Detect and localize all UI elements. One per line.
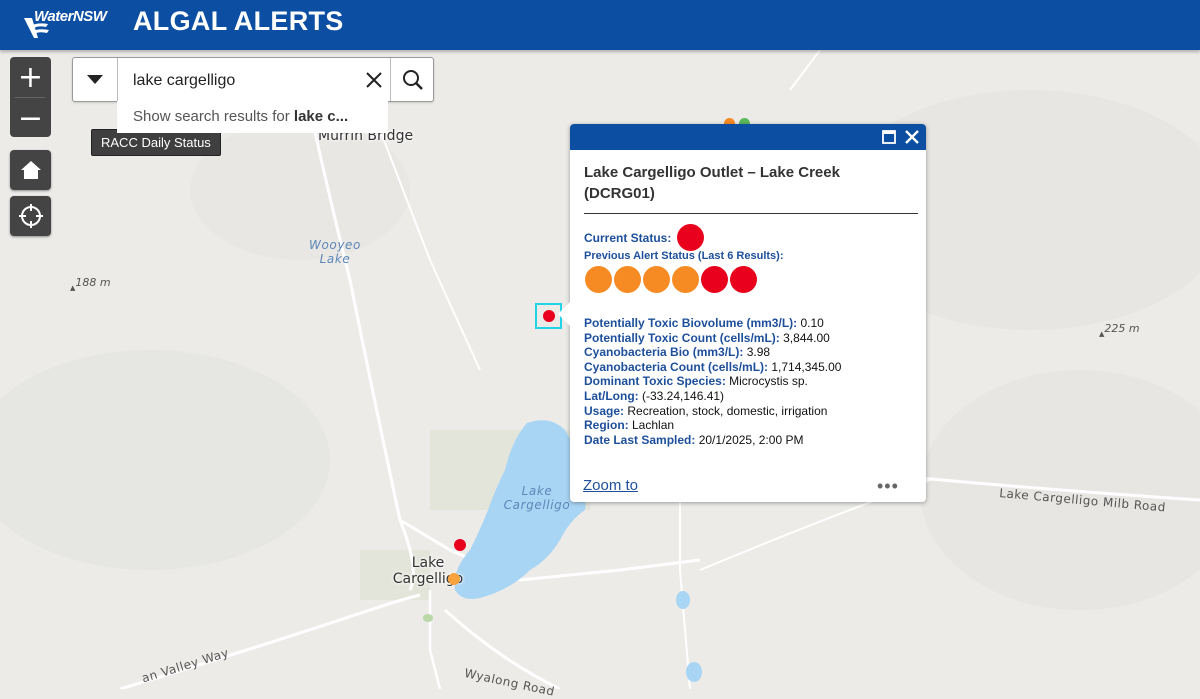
home-button[interactable]	[10, 150, 51, 190]
previous-status-dot	[614, 266, 641, 293]
search-source-dropdown[interactable]	[73, 58, 118, 101]
zoom-to-link[interactable]: Zoom to	[583, 477, 638, 494]
attribute-value: 3,844.00	[779, 330, 830, 345]
attribute-value: (-33.24,146.41)	[638, 388, 725, 403]
current-status-indicator	[677, 224, 705, 251]
zoom-out-button[interactable]: −	[10, 98, 51, 138]
attribute-row: Usage: Recreation, stock, domestic, irri…	[584, 404, 924, 419]
logo-text: WaterNSW	[34, 8, 107, 25]
close-icon[interactable]	[905, 130, 919, 144]
water-label-wooyeo-lake: Wooyeo Lake	[309, 238, 361, 266]
attribute-row: Cyanobacteria Count (cells/mL): 1,714,34…	[584, 360, 924, 375]
attribute-row: Region: Lachlan	[584, 418, 924, 433]
attribute-value: Lachlan	[628, 418, 675, 433]
locate-button[interactable]	[10, 196, 51, 236]
attribute-value: 0.10	[797, 316, 824, 330]
attribute-value: Microcystis sp.	[725, 374, 808, 389]
previous-status-dot	[730, 266, 757, 293]
zoom-in-button[interactable]: +	[10, 57, 51, 97]
elevation-label-225: ▲225 m	[1099, 322, 1140, 338]
chevron-down-icon	[87, 74, 103, 84]
attribute-row: Potentially Toxic Count (cells/mL): 3,84…	[584, 331, 924, 346]
previous-status-dot	[701, 266, 728, 293]
attribute-label: Region:	[584, 418, 629, 433]
previous-status-dot	[643, 266, 670, 293]
current-status-label: Current Status:	[584, 230, 672, 245]
close-icon	[366, 71, 382, 88]
search-icon	[402, 69, 423, 90]
site-marker-red[interactable]	[454, 539, 466, 551]
app-title: ALGAL ALERTS	[133, 6, 344, 36]
current-status-row: Current Status:	[584, 224, 705, 251]
attribute-label: Potentially Toxic Count (cells/mL):	[584, 330, 780, 345]
search-widget	[72, 57, 434, 102]
attribute-row: Dominant Toxic Species: Microcystis sp.	[584, 374, 924, 389]
attribute-row: Date Last Sampled: 20/1/2025, 2:00 PM	[584, 433, 924, 448]
search-suggestion[interactable]: Show search results for lake c...	[117, 101, 388, 133]
attribute-row: Potentially Toxic Biovolume (mm3/L): 0.1…	[584, 316, 924, 331]
attribute-label: Potentially Toxic Biovolume (mm3/L):	[584, 316, 798, 330]
popup-title: Lake Cargelligo Outlet – Lake Creek (DCR…	[584, 164, 840, 202]
site-marker-orange-town[interactable]	[448, 573, 460, 585]
waternsw-logo[interactable]: WaterNSW	[18, 6, 118, 46]
search-button[interactable]	[390, 58, 434, 101]
attribute-label: Date Last Sampled:	[584, 432, 696, 447]
layer-tooltip: RACC Daily Status	[91, 129, 221, 156]
elevation-label-188: ▲188 m	[70, 276, 111, 292]
site-marker-selected-red[interactable]	[543, 310, 555, 322]
attribute-row: Lat/Long: (-33.24,146.41)	[584, 389, 924, 404]
zoom-controls: + −	[10, 57, 51, 137]
maximize-icon[interactable]	[882, 130, 896, 144]
previous-status-label: Previous Alert Status (Last 6 Results):	[584, 250, 784, 262]
attribute-label: Dominant Toxic Species:	[584, 374, 726, 389]
crosshair-icon	[18, 204, 43, 228]
site-popup: Lake Cargelligo Outlet – Lake Creek (DCR…	[558, 124, 926, 502]
attribute-value: Recreation, stock, domestic, irrigation	[624, 403, 828, 418]
attribute-label: Usage:	[584, 403, 625, 418]
previous-status-dot	[672, 266, 699, 293]
home-icon	[20, 161, 41, 179]
popup-pointer	[558, 302, 570, 326]
attribute-value: 3.98	[743, 345, 771, 360]
clear-search-button[interactable]	[358, 58, 390, 101]
attribute-value: 1,714,345.00	[768, 359, 842, 374]
previous-status-dot	[585, 266, 612, 293]
attribute-value: 20/1/2025, 2:00 PM	[695, 432, 804, 447]
popup-divider	[584, 213, 918, 214]
previous-status-indicators	[585, 266, 759, 293]
water-label-lake-cargelligo: Lake Cargelligo	[503, 484, 571, 512]
search-input[interactable]	[119, 60, 375, 101]
app-header: WaterNSW ALGAL ALERTS	[0, 0, 1200, 50]
attribute-label: Cyanobacteria Count (cells/mL):	[584, 359, 769, 374]
attribute-row: Cyanobacteria Bio (mm3/L): 3.98	[584, 345, 924, 360]
attribute-label: Lat/Long:	[584, 388, 639, 403]
more-options-button[interactable]: •••	[877, 476, 899, 497]
attribute-label: Cyanobacteria Bio (mm3/L):	[584, 345, 744, 360]
popup-header-bar	[570, 124, 926, 150]
site-attributes: Potentially Toxic Biovolume (mm3/L): 0.1…	[584, 316, 924, 447]
